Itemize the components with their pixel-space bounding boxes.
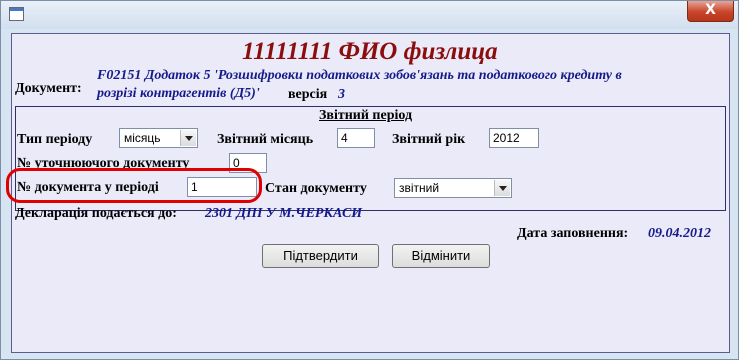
report-year-label: Звітний рік	[392, 132, 466, 147]
fill-date-label: Дата заповнення:	[517, 226, 629, 241]
reporting-period-legend: Звітний період	[319, 108, 413, 123]
cancel-button[interactable]: Відмінити	[392, 244, 490, 268]
document-name-line1: F02151 Додаток 5 'Розшифровки податкових…	[97, 68, 622, 83]
doc-state-select[interactable]: звітний	[394, 178, 512, 198]
period-type-label: Тип періоду	[17, 132, 93, 147]
report-month-label: Звітний місяць	[217, 132, 314, 147]
document-name-line2: розрізі контрагентів (Д5)'	[97, 86, 260, 101]
form-panel: 11111111 ФИО физлица Документ: F02151 До…	[6, 33, 730, 353]
report-year-input[interactable]: 2012	[489, 128, 539, 148]
title-bar[interactable]: X	[1, 1, 738, 29]
doc-number-highlight	[6, 168, 262, 203]
period-type-value: місяць	[124, 131, 161, 145]
declaration-value: 2301 ДПІ У М.ЧЕРКАСИ	[205, 206, 363, 221]
dialog-window: X 11111111 ФИО физлица Документ: F02151 …	[0, 0, 739, 360]
page-title: 11111111 ФИО физлица	[242, 38, 498, 65]
report-month-input[interactable]: 4	[337, 128, 375, 148]
period-type-select[interactable]: місяць	[119, 128, 198, 148]
chevron-down-icon[interactable]	[180, 130, 196, 146]
window-icon[interactable]	[9, 7, 24, 21]
doc-state-label: Стан документу	[265, 181, 367, 196]
confirm-button[interactable]: Підтвердити	[262, 244, 379, 268]
fill-date-value: 09.04.2012	[648, 226, 711, 241]
declaration-label: Декларація подається до:	[15, 206, 177, 221]
document-label: Документ:	[15, 81, 82, 96]
version-label: версія	[288, 87, 328, 102]
version-value: 3	[338, 87, 345, 102]
close-button[interactable]: X	[687, 1, 734, 22]
chevron-down-icon[interactable]	[494, 180, 510, 196]
doc-state-value: звітний	[399, 181, 440, 195]
